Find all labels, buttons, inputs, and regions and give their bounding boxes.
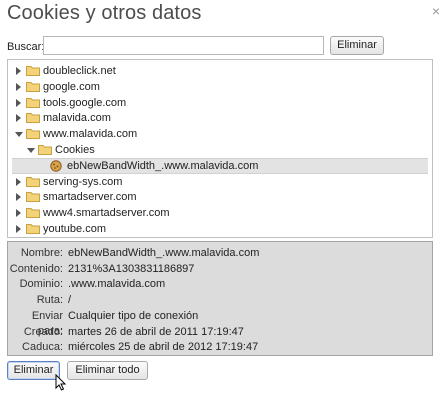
tree-item-label: doubleclick.net: [43, 65, 116, 77]
tree-folder-item[interactable]: doubleclick.net: [8, 63, 432, 79]
folder-icon: [26, 98, 40, 108]
folder-icon: [26, 82, 40, 92]
tree-item-label: www4.smartadserver.com: [43, 207, 170, 219]
tree-item-label: serving-sys.com: [43, 176, 123, 188]
detail-label: Nombre:: [20, 247, 63, 259]
expand-arrow-down-icon[interactable]: [15, 132, 23, 137]
detail-label: Creado:: [23, 326, 63, 338]
detail-label: Contenido:: [9, 263, 63, 275]
folder-icon: [26, 177, 40, 187]
folder-icon: [26, 113, 40, 123]
tree-folder-item[interactable]: Cookies: [8, 142, 432, 158]
tree-cookie-item[interactable]: ebNewBandWidth_.www.malavida.com: [12, 158, 428, 174]
delete-all-button[interactable]: Eliminar todo: [67, 361, 148, 380]
detail-label: Dominio:: [19, 278, 63, 290]
tree-folder-item[interactable]: serving-sys.com: [8, 174, 432, 190]
detail-value: .www.malavida.com: [68, 278, 166, 290]
delete-button[interactable]: Eliminar: [7, 361, 60, 380]
expand-arrow-right-icon[interactable]: [16, 193, 21, 201]
search-input[interactable]: [43, 36, 324, 55]
tree-folder-item[interactable]: www4.smartadserver.com: [8, 205, 432, 221]
search-label: Buscar:: [7, 41, 45, 53]
tree-item-label: malavida.com: [43, 112, 111, 124]
detail-value: martes 26 de abril de 2011 17:19:47: [68, 326, 244, 338]
expand-arrow-right-icon[interactable]: [16, 225, 21, 233]
tree-item-label: Cookies: [55, 144, 95, 156]
detail-row: Nombre: ebNewBandWidth_.www.malavida.com: [8, 246, 428, 261]
expand-arrow-right-icon[interactable]: [16, 99, 21, 107]
tree-item-label: youtube.com: [43, 223, 106, 235]
folder-icon: [26, 224, 40, 234]
detail-value: Cualquier tipo de conexión: [68, 310, 199, 322]
detail-value: /: [68, 294, 72, 306]
detail-label: Ruta:: [36, 294, 63, 306]
detail-value: 2131%3A1303831186897: [68, 263, 195, 275]
expand-arrow-right-icon[interactable]: [16, 178, 21, 186]
tree-folder-item[interactable]: tools.google.com: [8, 95, 432, 111]
tree-item-label: ebNewBandWidth_.www.malavida.com: [67, 160, 259, 172]
tree-folder-item[interactable]: smartadserver.com: [8, 189, 432, 205]
mouse-cursor-icon: [55, 374, 66, 391]
detail-row: Contenido: 2131%3A1303831186897: [8, 262, 428, 277]
tree-folder-item[interactable]: google.com: [8, 79, 432, 95]
tree-folder-item[interactable]: youtube.com: [8, 221, 432, 237]
folder-icon: [26, 129, 40, 139]
tree-folder-item[interactable]: www.malavida.com: [8, 126, 432, 142]
detail-row: Dominio: .www.malavida.com: [8, 277, 428, 292]
tree-item-label: tools.google.com: [43, 97, 127, 109]
expand-arrow-right-icon[interactable]: [16, 83, 21, 91]
cookie-tree[interactable]: doubleclick.net google.com tools.google.co…: [7, 59, 433, 238]
tree-item-label: www.malavida.com: [43, 128, 138, 140]
detail-row: Enviar para: Cualquier tipo de conexión: [8, 309, 428, 337]
tree-folder-item[interactable]: malavida.com: [8, 110, 432, 126]
search-delete-button[interactable]: Eliminar: [330, 36, 384, 55]
tree-item-label: smartadserver.com: [43, 191, 137, 203]
folder-icon: [26, 208, 40, 218]
detail-row: Ruta: /: [8, 293, 428, 308]
detail-value: ebNewBandWidth_.www.malavida.com: [68, 247, 260, 259]
expand-arrow-right-icon[interactable]: [16, 114, 21, 122]
folder-icon: [38, 145, 52, 155]
detail-row: Caduca: miércoles 25 de abril de 2012 17:…: [8, 340, 428, 355]
detail-value: miércoles 25 de abril de 2012 17:19:47: [68, 341, 259, 353]
folder-icon: [26, 66, 40, 76]
expand-arrow-right-icon[interactable]: [16, 67, 21, 75]
expand-arrow-down-icon[interactable]: [27, 148, 35, 153]
dialog-title: Cookies y otros datos: [7, 2, 202, 24]
folder-icon: [26, 192, 40, 202]
cookie-icon: [50, 160, 62, 172]
expand-arrow-right-icon[interactable]: [16, 209, 21, 217]
cookie-details-panel: Nombre: ebNewBandWidth_.www.malavida.com C…: [7, 241, 433, 356]
tree-item-label: google.com: [43, 81, 100, 93]
detail-row: Creado: martes 26 de abril de 2011 17:19:…: [8, 325, 428, 340]
close-icon[interactable]: ×: [432, 4, 440, 18]
detail-label: Caduca:: [22, 341, 63, 353]
